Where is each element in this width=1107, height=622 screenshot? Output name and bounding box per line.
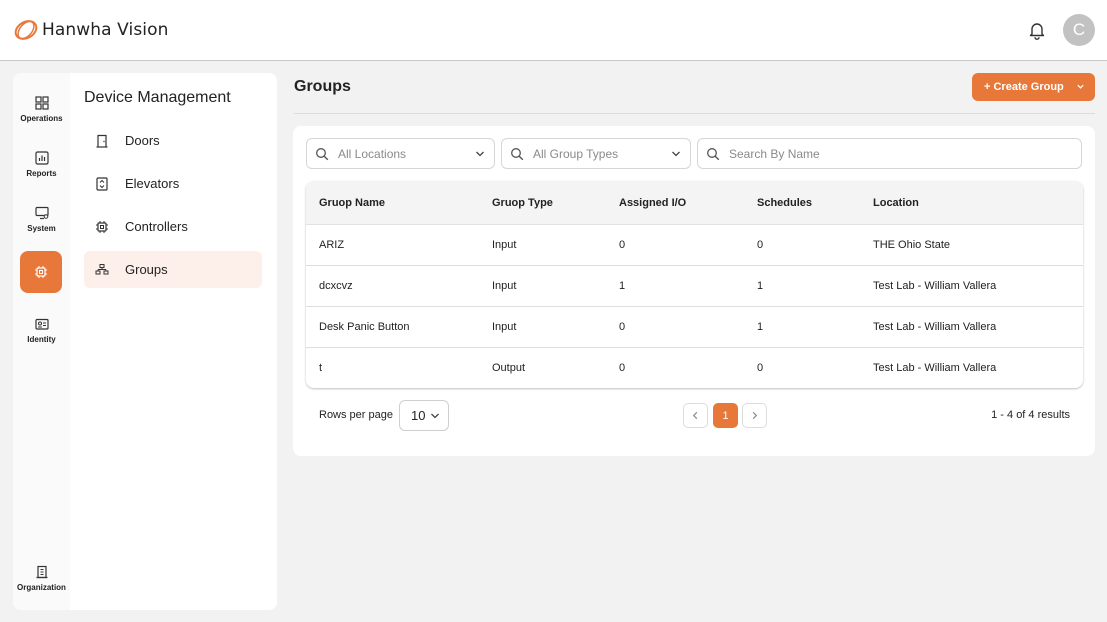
cell-group-type: Input xyxy=(492,280,517,292)
cell-group-name: Desk Panic Button xyxy=(319,321,410,333)
cell-schedules: 0 xyxy=(757,362,764,374)
cell-group-name: t xyxy=(319,362,323,374)
chevron-down-icon xyxy=(1077,84,1084,89)
sidebar-item-elevators[interactable]: Elevators xyxy=(84,165,262,202)
rail-item-identity[interactable]: Identity xyxy=(13,307,70,353)
group-type-filter-select[interactable]: All Group Types xyxy=(501,138,691,169)
rail-item-device-management[interactable] xyxy=(20,251,62,293)
cell-schedules: 0 xyxy=(757,239,764,251)
hanwha-logo-icon xyxy=(14,20,38,40)
rail-item-operations[interactable]: Operations xyxy=(13,86,70,132)
top-header: Hanwha Vision C xyxy=(0,0,1107,61)
rail-label-system: System xyxy=(27,223,56,233)
cell-assigned-io: 1 xyxy=(619,280,626,292)
next-page-button[interactable] xyxy=(742,403,767,428)
elevator-icon xyxy=(96,176,108,191)
column-header-location[interactable]: Location xyxy=(873,197,919,209)
rows-per-page-select[interactable]: 10 xyxy=(399,400,449,431)
cell-schedules: 1 xyxy=(757,321,764,333)
create-group-button[interactable]: + Create Group xyxy=(972,73,1095,101)
cell-assigned-io: 0 xyxy=(619,239,626,251)
cell-group-type: Output xyxy=(492,362,526,374)
column-header-schedules[interactable]: Schedules xyxy=(757,197,812,209)
chevron-down-icon xyxy=(476,151,484,157)
dashboard-icon xyxy=(34,95,49,110)
chip-icon xyxy=(35,266,47,278)
cell-group-name: ARIZ xyxy=(319,239,345,251)
rail-item-system[interactable]: System xyxy=(13,196,70,242)
page-title: Groups xyxy=(294,78,351,95)
sidebar-item-groups[interactable]: Groups xyxy=(84,251,262,288)
table-row[interactable]: dcxcvz Input 1 1 Test Lab - William Vall… xyxy=(306,266,1083,307)
section-title: Device Management xyxy=(84,89,231,106)
chip-icon xyxy=(96,220,108,233)
location-filter-select[interactable]: All Locations xyxy=(306,138,495,169)
cell-location: THE Ohio State xyxy=(873,239,951,251)
rail-item-organization[interactable]: Organization xyxy=(13,555,70,601)
groups-table: Gruop Name Gruop Type Assigned I/O Sched… xyxy=(306,181,1083,388)
group-nodes-icon xyxy=(95,263,109,274)
cell-location: Test Lab - William Vallera xyxy=(873,362,997,374)
search-placeholder: Search By Name xyxy=(729,146,820,161)
rail-label-organization: Organization xyxy=(17,582,66,592)
create-group-label: + Create Group xyxy=(984,81,1064,93)
rail-label-reports: Reports xyxy=(26,168,57,178)
page-button-current[interactable]: 1 xyxy=(713,403,738,428)
report-chart-icon xyxy=(34,150,49,165)
rail-label-identity: Identity xyxy=(27,334,56,344)
column-header-group-type[interactable]: Gruop Type xyxy=(492,197,553,209)
table-header: Gruop Name Gruop Type Assigned I/O Sched… xyxy=(306,181,1083,225)
previous-page-button[interactable] xyxy=(683,403,708,428)
results-count: 1 - 4 of 4 results xyxy=(991,409,1070,421)
brand-name: Hanwha Vision xyxy=(42,20,169,40)
chevron-down-icon xyxy=(672,151,680,157)
cell-group-name: dcxcvz xyxy=(319,280,353,292)
column-header-assigned-io[interactable]: Assigned I/O xyxy=(619,197,686,209)
left-navigation-panel: Operations Reports System Identity Organ… xyxy=(13,73,277,610)
sidebar-item-doors[interactable]: Doors xyxy=(84,122,262,159)
search-icon xyxy=(316,147,329,160)
cell-assigned-io: 0 xyxy=(619,321,626,333)
cell-location: Test Lab - William Vallera xyxy=(873,321,997,333)
column-header-group-name[interactable]: Gruop Name xyxy=(319,197,385,209)
rows-per-page-label: Rows per page xyxy=(319,409,393,421)
building-icon xyxy=(36,565,47,578)
table-row[interactable]: t Output 0 0 Test Lab - William Vallera xyxy=(306,348,1083,388)
table-row[interactable]: Desk Panic Button Input 0 1 Test Lab - W… xyxy=(306,307,1083,348)
id-card-icon xyxy=(34,318,49,330)
rail-label-operations: Operations xyxy=(20,113,63,123)
sidebar-item-label: Groups xyxy=(125,262,168,277)
groups-card: All Locations All Group Types Search By … xyxy=(293,126,1095,456)
icon-rail: Operations Reports System Identity Organ… xyxy=(13,73,70,610)
sidebar-item-label: Doors xyxy=(125,133,160,148)
user-avatar[interactable]: C xyxy=(1063,14,1095,46)
chevron-down-icon xyxy=(431,413,439,419)
cell-group-type: Input xyxy=(492,239,517,251)
notification-bell-icon[interactable] xyxy=(1027,20,1047,40)
rail-item-reports[interactable]: Reports xyxy=(13,141,70,187)
title-divider xyxy=(294,113,1095,114)
search-by-name-input[interactable]: Search By Name xyxy=(697,138,1082,169)
chevron-left-icon xyxy=(692,411,698,420)
chevron-right-icon xyxy=(752,411,758,420)
search-icon xyxy=(511,147,524,160)
sidebar-item-controllers[interactable]: Controllers xyxy=(84,208,262,245)
door-icon xyxy=(96,134,108,148)
cell-group-type: Input xyxy=(492,321,517,333)
monitor-settings-icon xyxy=(34,206,49,219)
search-icon xyxy=(707,147,720,160)
cell-location: Test Lab - William Vallera xyxy=(873,280,997,292)
table-row[interactable]: ARIZ Input 0 0 THE Ohio State xyxy=(306,225,1083,266)
group-type-filter-placeholder: All Group Types xyxy=(533,146,619,161)
location-filter-placeholder: All Locations xyxy=(338,146,407,161)
cell-assigned-io: 0 xyxy=(619,362,626,374)
cell-schedules: 1 xyxy=(757,280,764,292)
rows-per-page-value: 10 xyxy=(411,408,426,423)
sidebar-item-label: Elevators xyxy=(125,176,180,191)
brand-logo[interactable]: Hanwha Vision xyxy=(13,17,169,43)
sidebar-item-label: Controllers xyxy=(125,219,188,234)
